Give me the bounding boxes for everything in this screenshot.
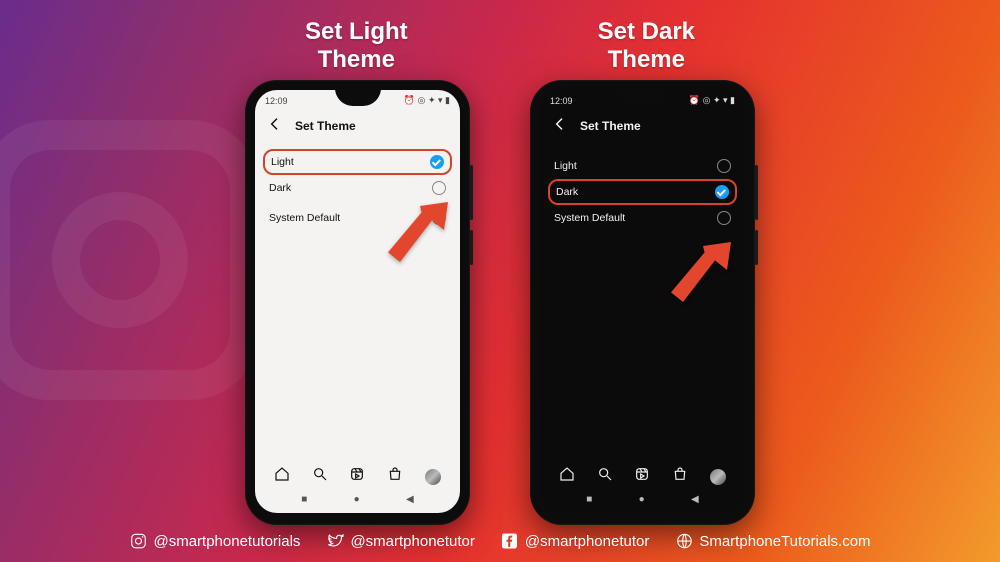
credit-facebook: @smartphonetutor [501, 532, 649, 550]
radio-selected-icon[interactable] [430, 155, 444, 169]
system-nav: ■ ● ◀ [540, 489, 745, 509]
credit-label: @smartphonetutorials [153, 533, 300, 550]
option-light[interactable]: Light [263, 149, 452, 175]
reels-icon[interactable] [349, 466, 365, 487]
shop-icon[interactable] [387, 466, 403, 487]
option-dark[interactable]: Dark [548, 179, 737, 205]
option-label: Light [271, 156, 294, 168]
system-nav: ■ ● ◀ [255, 489, 460, 509]
option-label: Light [554, 160, 577, 172]
twitter-icon [326, 532, 344, 550]
option-label: System Default [269, 212, 340, 224]
status-icons: ⏰ ◎ ✦ ▾ ▮ [689, 95, 735, 106]
shop-icon[interactable] [672, 466, 688, 487]
bottom-nav [255, 466, 460, 487]
radio-icon[interactable] [717, 211, 731, 225]
page-title: Set Theme [295, 119, 356, 133]
option-label: Dark [269, 182, 291, 194]
search-icon[interactable] [597, 466, 613, 487]
globe-icon [675, 532, 693, 550]
credit-web: SmartphoneTutorials.com [675, 532, 870, 550]
credit-twitter: @smartphonetutor [326, 532, 474, 550]
status-time: 12:09 [550, 96, 573, 106]
radio-selected-icon[interactable] [715, 185, 729, 199]
option-label: System Default [554, 212, 625, 224]
home-icon[interactable] [559, 466, 575, 487]
reels-icon[interactable] [634, 466, 650, 487]
option-light[interactable]: Light [550, 151, 735, 181]
back-button-icon[interactable]: ◀ [691, 494, 699, 505]
option-system-default[interactable]: System Default [265, 203, 450, 233]
profile-avatar[interactable] [710, 469, 726, 485]
profile-avatar[interactable] [425, 469, 441, 485]
credit-label: @smartphonetutor [350, 533, 474, 550]
home-button-icon[interactable]: ● [639, 494, 645, 505]
bottom-nav [540, 466, 745, 487]
status-time: 12:09 [265, 96, 288, 106]
back-arrow-icon[interactable] [267, 116, 283, 135]
title-dark: Set DarkTheme [598, 18, 695, 73]
credit-instagram: @smartphonetutorials [129, 532, 300, 550]
title-light: Set LightTheme [305, 18, 408, 73]
status-icons: ⏰ ◎ ✦ ▾ ▮ [404, 95, 450, 106]
option-system-default[interactable]: System Default [550, 203, 735, 233]
background-logo [0, 120, 260, 400]
radio-icon[interactable] [432, 211, 446, 225]
credits-bar: @smartphonetutorials @smartphonetutor @s… [129, 532, 870, 550]
option-label: Dark [556, 186, 578, 198]
credit-label: @smartphonetutor [525, 533, 649, 550]
option-dark[interactable]: Dark [265, 173, 450, 203]
radio-icon[interactable] [717, 159, 731, 173]
phone-light: 12:09 ⏰ ◎ ✦ ▾ ▮ Set Theme Light Dark [245, 80, 470, 525]
back-button-icon[interactable]: ◀ [406, 494, 414, 505]
page-title: Set Theme [580, 119, 641, 133]
home-button-icon[interactable]: ● [354, 494, 360, 505]
back-arrow-icon[interactable] [552, 116, 568, 135]
search-icon[interactable] [312, 466, 328, 487]
credit-label: SmartphoneTutorials.com [699, 533, 870, 550]
recent-apps-icon[interactable]: ■ [301, 494, 307, 505]
home-icon[interactable] [274, 466, 290, 487]
radio-icon[interactable] [432, 181, 446, 195]
phone-dark: 12:09 ⏰ ◎ ✦ ▾ ▮ Set Theme Light Dark [530, 80, 755, 525]
instagram-icon [129, 532, 147, 550]
facebook-icon [501, 532, 519, 550]
recent-apps-icon[interactable]: ■ [586, 494, 592, 505]
